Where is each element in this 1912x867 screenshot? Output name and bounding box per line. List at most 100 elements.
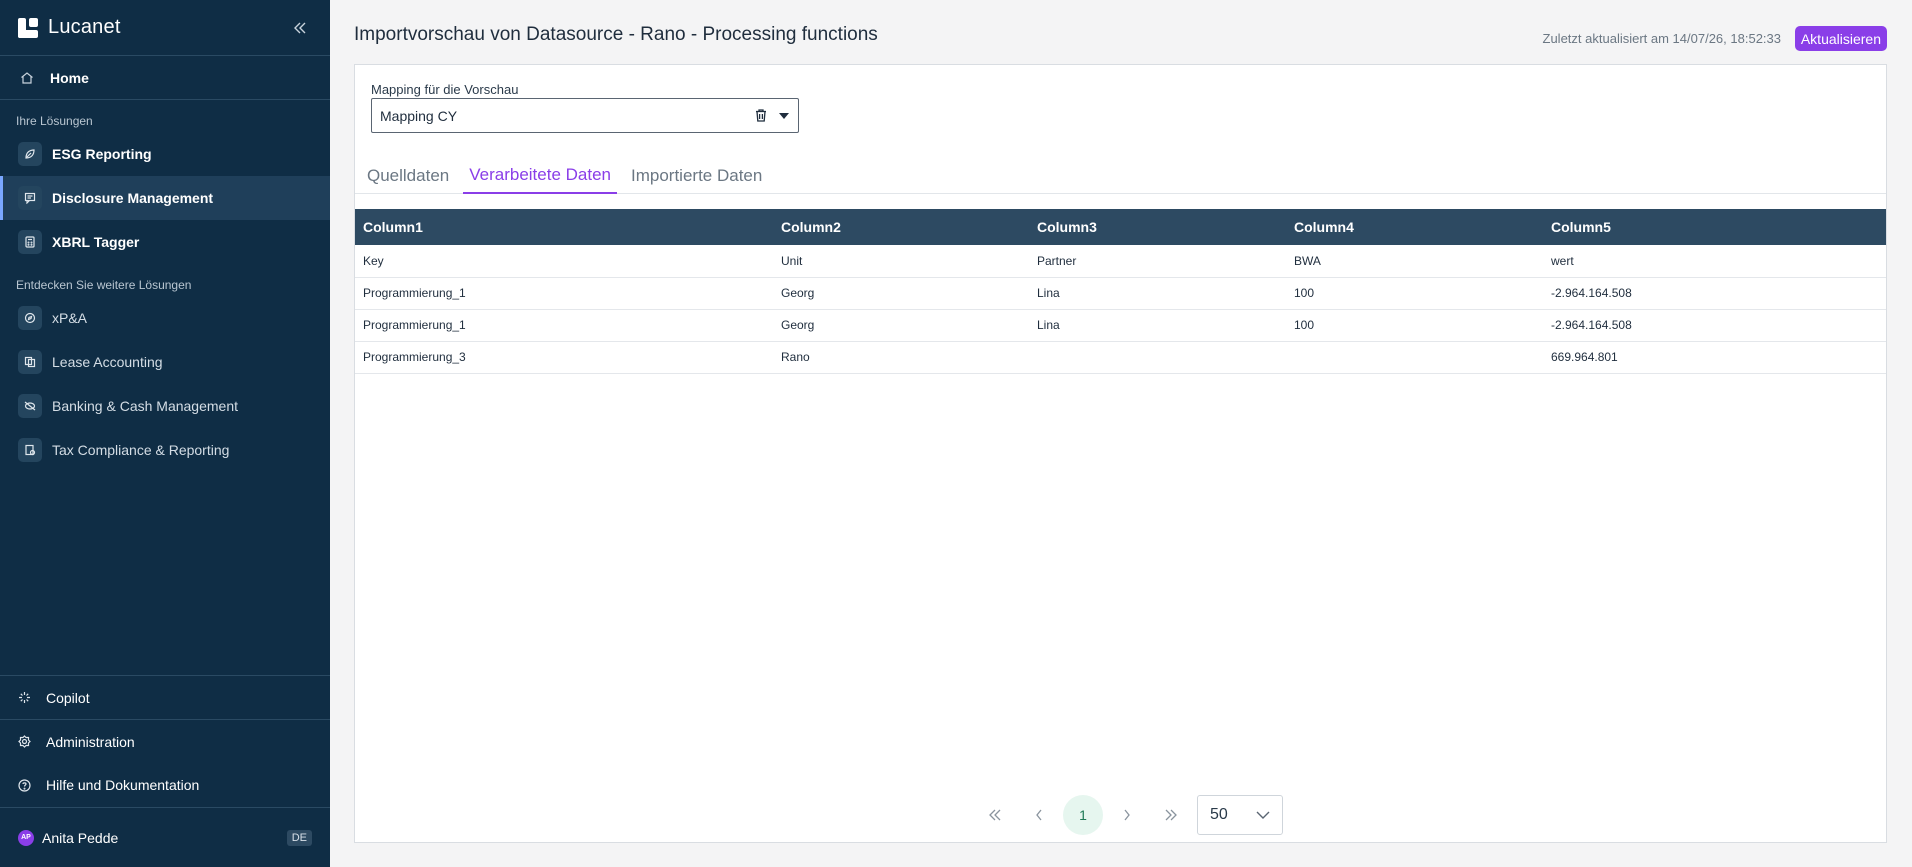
table-cell: Lina	[1029, 277, 1286, 310]
page-title: Importvorschau von Datasource - Rano - P…	[354, 24, 878, 45]
avatar: AP	[18, 829, 34, 846]
nav-item-label: xP&A	[52, 310, 88, 326]
table-cell: -2.964.164.508	[1543, 277, 1886, 310]
lucanet-logo-icon	[18, 17, 38, 38]
column-header[interactable]: Column2	[773, 209, 1029, 245]
calculator-icon	[18, 230, 42, 254]
sidebar-bottom: Copilot Administration Hilfe und Dokumen…	[0, 675, 330, 867]
brand-header: Lucanet	[0, 0, 330, 56]
tab-verarbeitete-daten[interactable]: Verarbeitete Daten	[463, 157, 617, 194]
table-cell: Programmierung_1	[355, 309, 773, 342]
trash-icon[interactable]	[754, 108, 768, 123]
table-cell: Partner	[1029, 245, 1286, 278]
gear-icon	[18, 735, 34, 748]
collapse-sidebar-button[interactable]	[288, 16, 312, 40]
table-row: Programmierung_1 Georg Lina 100 -2.964.1…	[355, 277, 1886, 310]
page-size-value: 50	[1210, 806, 1228, 823]
mapping-label: Mapping für die Vorschau	[371, 82, 519, 97]
table-cell: Rano	[773, 341, 1029, 374]
mapping-value: Mapping CY	[380, 107, 458, 124]
tax-icon	[18, 438, 42, 462]
double-chevron-left-icon	[294, 22, 306, 33]
nav-item-administration[interactable]: Administration	[0, 719, 330, 763]
leaf-icon	[18, 142, 42, 166]
table-cell: Programmierung_3	[355, 341, 773, 374]
table-cell: wert	[1543, 245, 1886, 278]
refresh-button[interactable]: Aktualisieren	[1794, 26, 1887, 51]
table-header-row: Column1 Column2 Column3 Column4 Column5	[355, 209, 1886, 245]
compass-icon	[18, 306, 42, 330]
nav-item-lease-accounting[interactable]: Lease Accounting	[0, 340, 330, 384]
tab-bar: Quelldaten Verarbeitete Daten Importiert…	[355, 157, 1886, 194]
chevron-right-icon	[1124, 809, 1130, 821]
table-cell: 100	[1286, 277, 1543, 310]
sidebar: Lucanet Home Ihre Lösungen ESG Reporting…	[0, 0, 330, 867]
brand-name: Lucanet	[48, 16, 121, 38]
section-label-solutions: Ihre Lösungen	[16, 114, 93, 128]
help-circle-icon	[18, 778, 34, 792]
column-header[interactable]: Column3	[1029, 209, 1286, 245]
nav-item-disclosure-management[interactable]: Disclosure Management	[0, 176, 330, 220]
nav-item-label: XBRL Tagger	[52, 234, 140, 250]
nav-item-xbrl-tagger[interactable]: XBRL Tagger	[0, 220, 330, 264]
next-page-button[interactable]	[1105, 795, 1149, 835]
nav-item-label: ESG Reporting	[52, 146, 152, 162]
copilot-label: Copilot	[46, 689, 90, 706]
nav-item-help[interactable]: Hilfe und Dokumentation	[0, 763, 330, 807]
table-cell: -2.964.164.508	[1543, 309, 1886, 342]
double-chevron-right-icon	[1165, 809, 1177, 821]
message-icon	[18, 186, 42, 210]
table-cell: Georg	[773, 277, 1029, 310]
nav-item-label: Banking & Cash Management	[52, 398, 238, 414]
user-profile[interactable]: AP Anita Pedde DE	[0, 807, 330, 867]
previous-page-button[interactable]	[1017, 795, 1061, 835]
nav-item-label: Lease Accounting	[52, 354, 163, 370]
table-cell: 100	[1286, 309, 1543, 342]
language-badge[interactable]: DE	[286, 829, 312, 846]
chevron-down-icon	[1256, 811, 1270, 819]
home-icon	[20, 71, 40, 85]
page-size-select[interactable]: 50	[1197, 795, 1283, 835]
current-page-button[interactable]: 1	[1063, 795, 1103, 835]
table-row: Key Unit Partner BWA wert	[355, 245, 1886, 278]
first-page-button[interactable]	[973, 795, 1017, 835]
documents-icon	[18, 350, 42, 374]
administration-label: Administration	[46, 733, 135, 750]
table-row: Programmierung_1 Georg Lina 100 -2.964.1…	[355, 309, 1886, 342]
table-cell: Georg	[773, 309, 1029, 342]
nav-home-label: Home	[50, 69, 89, 86]
table-cell	[1029, 341, 1286, 374]
tab-importierte-daten[interactable]: Importierte Daten	[625, 157, 768, 194]
caret-down-icon[interactable]	[778, 112, 790, 120]
table-cell	[1286, 341, 1543, 374]
last-updated-text: Zuletzt aktualisiert am 14/07/26, 18:52:…	[1542, 31, 1781, 46]
last-page-button[interactable]	[1149, 795, 1193, 835]
nav-item-esg-reporting[interactable]: ESG Reporting	[0, 132, 330, 176]
table-row: Programmierung_3 Rano 669.964.801	[355, 341, 1886, 374]
mapping-select[interactable]: Mapping CY	[371, 98, 799, 133]
nav-home[interactable]: Home	[0, 56, 330, 100]
column-header[interactable]: Column4	[1286, 209, 1543, 245]
nav-item-tax-compliance[interactable]: Tax Compliance & Reporting	[0, 428, 330, 472]
tab-quelldaten[interactable]: Quelldaten	[361, 157, 455, 194]
sparkle-icon	[18, 691, 34, 704]
column-header[interactable]: Column1	[355, 209, 773, 245]
bank-icon	[18, 394, 42, 418]
table-cell: 669.964.801	[1543, 341, 1886, 374]
nav-item-banking-cash[interactable]: Banking & Cash Management	[0, 384, 330, 428]
table-cell: Programmierung_1	[355, 277, 773, 310]
content-panel: Mapping für die Vorschau Mapping CY Quel…	[354, 64, 1887, 843]
table-cell: BWA	[1286, 245, 1543, 278]
table-cell: Key	[355, 245, 773, 278]
table-cell: Lina	[1029, 309, 1286, 342]
nav-item-copilot[interactable]: Copilot	[0, 675, 330, 719]
table-cell: Unit	[773, 245, 1029, 278]
column-header[interactable]: Column5	[1543, 209, 1886, 245]
help-label: Hilfe und Dokumentation	[46, 777, 200, 793]
pagination: 1 50	[973, 795, 1283, 835]
chevron-left-icon	[1036, 809, 1042, 821]
user-name: Anita Pedde	[42, 829, 119, 846]
section-label-discover: Entdecken Sie weitere Lösungen	[16, 278, 192, 292]
nav-item-xpa[interactable]: xP&A	[0, 296, 330, 340]
nav-item-label: Disclosure Management	[52, 190, 214, 206]
